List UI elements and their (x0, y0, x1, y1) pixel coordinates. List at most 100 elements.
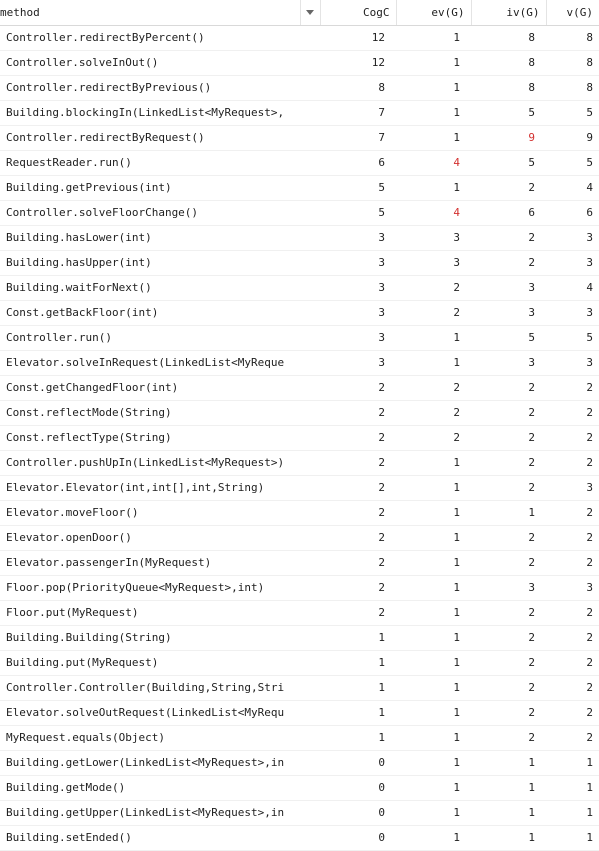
ev-cell: 1 (396, 650, 471, 676)
ev-cell: 1 (396, 625, 471, 651)
table-row[interactable]: Elevator.moveFloor() 2 1 1 2 (0, 500, 599, 526)
table-row[interactable]: Building.hasUpper(int) 3 3 2 3 (0, 250, 599, 276)
table-row[interactable]: Controller.solveInOut() 12 1 8 8 (0, 50, 599, 76)
table-row[interactable]: Elevator.Elevator(int,int[],int,String) 2… (0, 475, 599, 501)
iv-cell: 3 (471, 275, 546, 301)
v-cell: 2 (546, 500, 599, 526)
iv-cell: 8 (471, 75, 546, 101)
table-row[interactable]: Elevator.openDoor() 2 1 2 2 (0, 525, 599, 551)
iv-cell: 3 (471, 300, 546, 326)
method-cell: Building.blockingIn(LinkedList<MyRequest… (0, 100, 320, 126)
table-row[interactable]: Controller.redirectByRequest() 7 1 9 9 (0, 125, 599, 151)
method-cell: Building.waitForNext() (0, 275, 320, 301)
v-cell: 3 (546, 475, 599, 501)
method-cell: MyRequest.equals(Object) (0, 725, 320, 751)
ev-cell: 1 (396, 525, 471, 551)
iv-cell: 2 (471, 650, 546, 676)
column-header-v[interactable]: v(G) (546, 0, 599, 26)
v-cell: 2 (546, 450, 599, 476)
table-row[interactable]: Const.reflectType(String) 2 2 2 2 (0, 425, 599, 451)
table-row[interactable]: Building.getMode() 0 1 1 1 (0, 775, 599, 801)
iv-cell: 2 (471, 400, 546, 426)
ev-cell: 2 (396, 400, 471, 426)
ev-cell: 1 (396, 825, 471, 851)
ev-cell: 1 (396, 500, 471, 526)
table-row[interactable]: Controller.Controller(Building,String,St… (0, 675, 599, 701)
iv-cell: 3 (471, 350, 546, 376)
column-header-method[interactable]: method (0, 0, 301, 26)
ev-cell: 1 (396, 25, 471, 51)
method-cell: Building.hasUpper(int) (0, 250, 320, 276)
ev-cell: 1 (396, 125, 471, 151)
iv-cell: 2 (471, 175, 546, 201)
table-row[interactable]: Building.blockingIn(LinkedList<MyRequest… (0, 100, 599, 126)
table-row[interactable]: Controller.pushUpIn(LinkedList<MyRequest… (0, 450, 599, 476)
table-row[interactable]: Building.put(MyRequest) 1 1 2 2 (0, 650, 599, 676)
v-cell: 9 (546, 125, 599, 151)
v-cell: 2 (546, 425, 599, 451)
metrics-table: method CogC ev(G) iv(G) v(G) Controller.… (0, 0, 599, 851)
table-row[interactable]: Controller.redirectByPrevious() 8 1 8 8 (0, 75, 599, 101)
table-row[interactable]: Controller.redirectByPercent() 12 1 8 8 (0, 25, 599, 51)
table-row[interactable]: Floor.put(MyRequest) 2 1 2 2 (0, 600, 599, 626)
iv-cell: 5 (471, 325, 546, 351)
table-row[interactable]: Elevator.solveOutRequest(LinkedList<MyRe… (0, 700, 599, 726)
method-cell: Building.getUpper(LinkedList<MyRequest>,… (0, 800, 320, 826)
cogc-cell: 2 (320, 400, 396, 426)
table-row[interactable]: Const.getChangedFloor(int) 2 2 2 2 (0, 375, 599, 401)
table-row[interactable]: Building.setEnded() 0 1 1 1 (0, 825, 599, 851)
method-cell: Elevator.solveOutRequest(LinkedList<MyRe… (0, 700, 320, 726)
table-row[interactable]: Building.getLower(LinkedList<MyRequest>,… (0, 750, 599, 776)
table-row[interactable]: Const.reflectMode(String) 2 2 2 2 (0, 400, 599, 426)
v-cell: 2 (546, 675, 599, 701)
method-cell: Building.hasLower(int) (0, 225, 320, 251)
v-cell: 1 (546, 775, 599, 801)
iv-cell: 8 (471, 50, 546, 76)
method-cell: Const.reflectType(String) (0, 425, 320, 451)
table-row[interactable]: Building.Building(String) 1 1 2 2 (0, 625, 599, 651)
method-cell: Elevator.Elevator(int,int[],int,String) (0, 475, 320, 501)
v-cell: 8 (546, 25, 599, 51)
table-row[interactable]: Building.getPrevious(int) 5 1 2 4 (0, 175, 599, 201)
ev-cell: 1 (396, 450, 471, 476)
table-row[interactable]: MyRequest.equals(Object) 1 1 2 2 (0, 725, 599, 751)
ev-cell: 1 (396, 325, 471, 351)
v-cell: 2 (546, 625, 599, 651)
table-row[interactable]: Building.waitForNext() 3 2 3 4 (0, 275, 599, 301)
ev-cell: 1 (396, 775, 471, 801)
cogc-cell: 1 (320, 675, 396, 701)
method-cell: Const.reflectMode(String) (0, 400, 320, 426)
table-row[interactable]: Const.getBackFloor(int) 3 2 3 3 (0, 300, 599, 326)
table-row[interactable]: RequestReader.run() 6 4 5 5 (0, 150, 599, 176)
cogc-cell: 3 (320, 325, 396, 351)
triangle-down-icon[interactable] (306, 10, 314, 16)
cogc-cell: 3 (320, 300, 396, 326)
table-row[interactable]: Building.hasLower(int) 3 3 2 3 (0, 225, 599, 251)
v-cell: 2 (546, 525, 599, 551)
table-row[interactable]: Controller.run() 3 1 5 5 (0, 325, 599, 351)
column-header-iv[interactable]: iv(G) (471, 0, 547, 26)
iv-cell: 5 (471, 100, 546, 126)
cogc-cell: 2 (320, 475, 396, 501)
table-row[interactable]: Controller.solveFloorChange() 5 4 6 6 (0, 200, 599, 226)
iv-cell: 1 (471, 800, 546, 826)
table-row[interactable]: Building.getUpper(LinkedList<MyRequest>,… (0, 800, 599, 826)
table-row[interactable]: Elevator.passengerIn(MyRequest) 2 1 2 2 (0, 550, 599, 576)
table-row[interactable]: Elevator.solveInRequest(LinkedList<MyReq… (0, 350, 599, 376)
v-cell: 2 (546, 400, 599, 426)
v-cell: 6 (546, 200, 599, 226)
method-cell: Building.Building(String) (0, 625, 320, 651)
ev-cell: 1 (396, 475, 471, 501)
method-cell: Controller.pushUpIn(LinkedList<MyRequest… (0, 450, 320, 476)
cogc-cell: 2 (320, 450, 396, 476)
method-cell: Controller.redirectByRequest() (0, 125, 320, 151)
cogc-cell: 12 (320, 25, 396, 51)
iv-cell: 8 (471, 25, 546, 51)
cogc-cell: 2 (320, 575, 396, 601)
column-header-cogc[interactable]: CogC (320, 0, 397, 26)
v-cell: 4 (546, 275, 599, 301)
column-header-ev[interactable]: ev(G) (396, 0, 472, 26)
table-row[interactable]: Floor.pop(PriorityQueue<MyRequest>,int) 2… (0, 575, 599, 601)
sort-control[interactable] (300, 0, 321, 26)
table-body: Controller.redirectByPercent() 12 1 8 8 Contr… (0, 25, 599, 851)
